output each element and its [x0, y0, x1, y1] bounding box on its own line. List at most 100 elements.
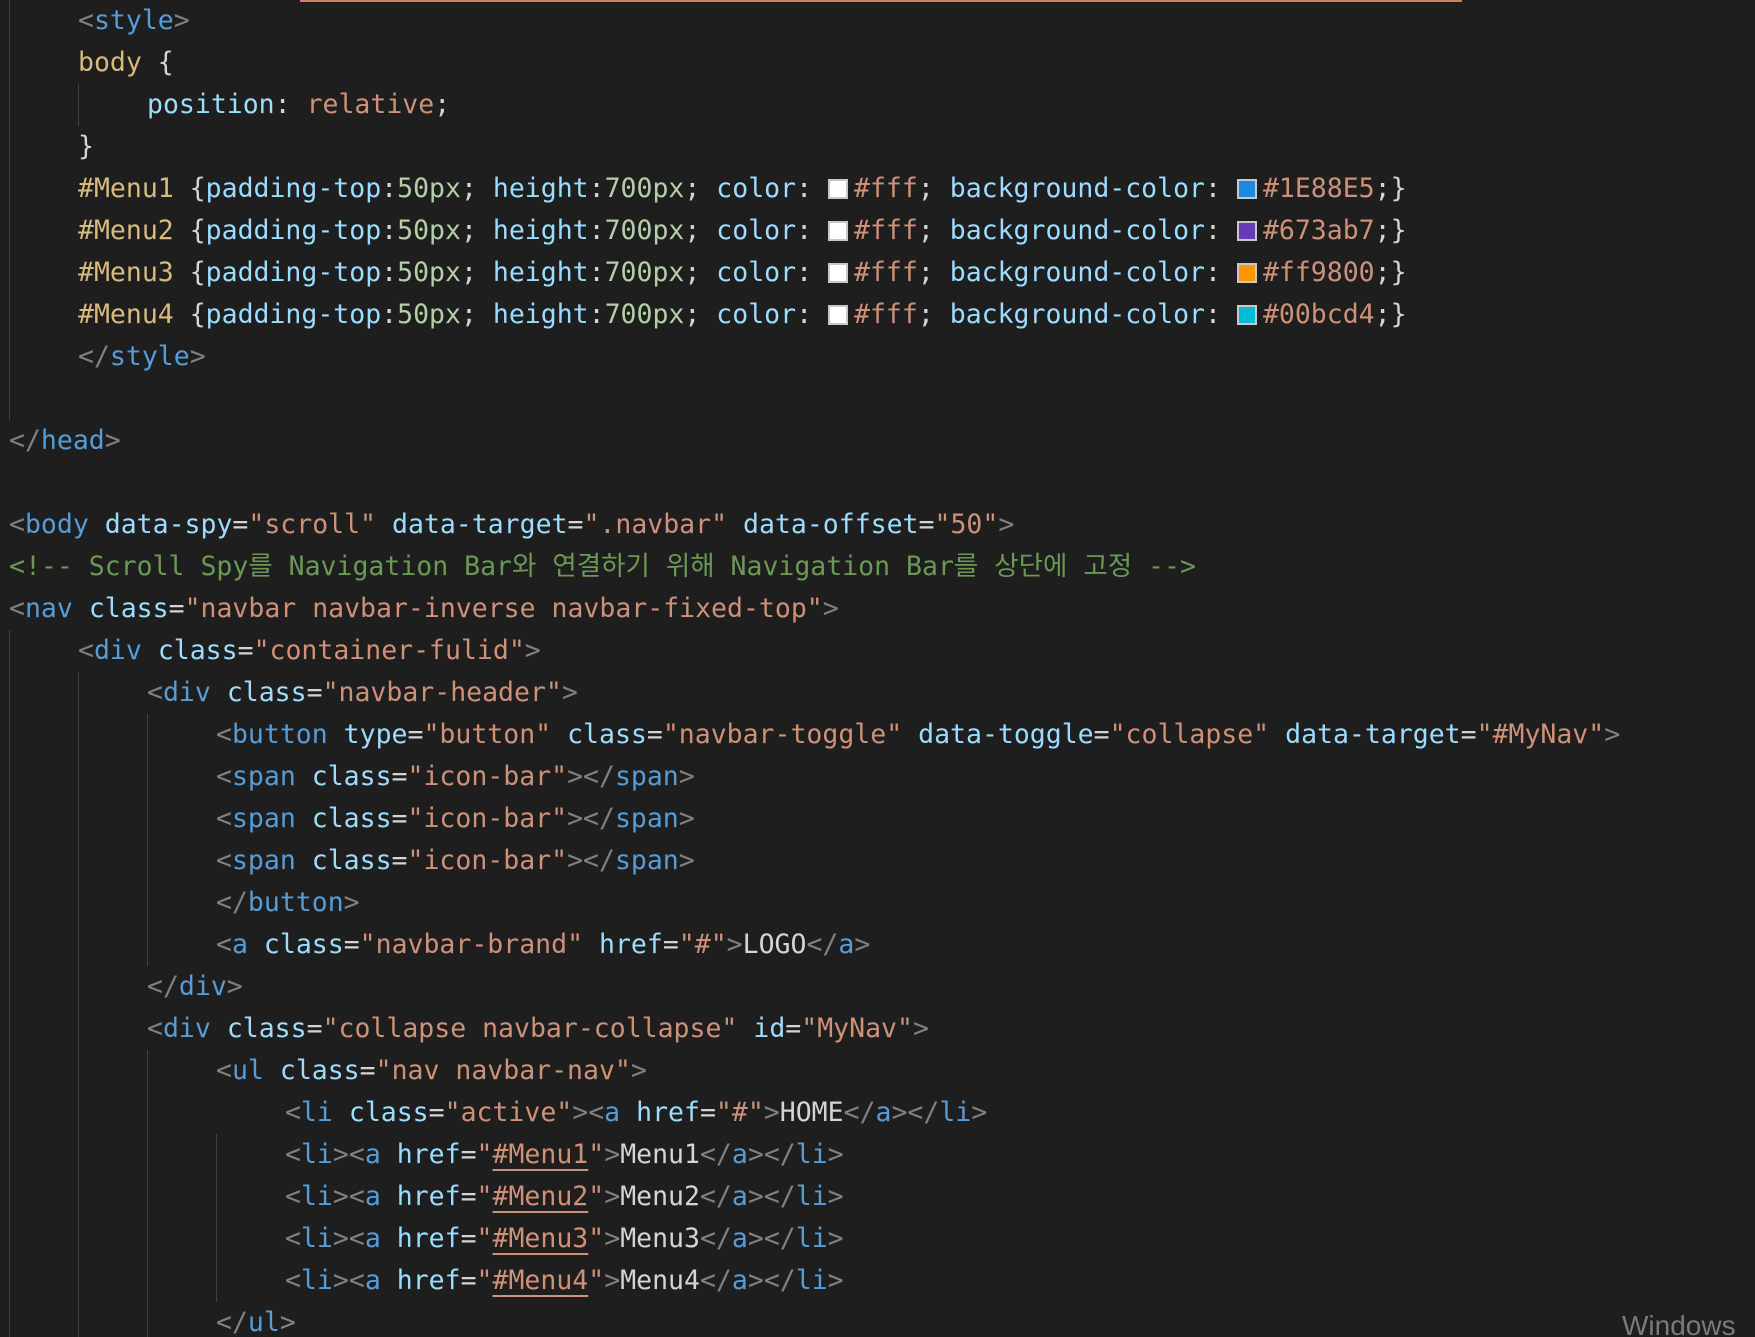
- code-text: =: [699, 1097, 716, 1128]
- code-line[interactable]: #Menu3 {padding-top:50px; height:700px; …: [78, 252, 1407, 294]
- code-line[interactable]: <div class="navbar-header">: [147, 672, 578, 714]
- code-punctuation: >: [343, 887, 360, 918]
- code-text: :: [588, 173, 605, 204]
- code-css-value: #fff: [853, 215, 918, 246]
- code-punctuation: <: [147, 1013, 163, 1044]
- code-string: ": [476, 1181, 493, 1212]
- code-punctuation: </: [78, 341, 110, 372]
- code-line[interactable]: }: [78, 126, 94, 168]
- code-text: ;: [434, 89, 451, 120]
- code-punctuation: >: [971, 1097, 988, 1128]
- code-text: ;: [917, 299, 950, 330]
- code-text: :: [381, 215, 398, 246]
- code-css-id-selector: #Menu4: [78, 299, 174, 330]
- code-line[interactable]: #Menu2 {padding-top:50px; height:700px; …: [78, 210, 1407, 252]
- code-css-property: color: [716, 257, 797, 288]
- code-line[interactable]: position: relative;: [147, 84, 450, 126]
- code-line[interactable]: <button type="button" class="navbar-togg…: [216, 714, 1620, 756]
- code-text-content: LOGO: [742, 929, 807, 960]
- code-tag-name: a: [731, 1265, 748, 1296]
- color-swatch[interactable]: [1236, 305, 1257, 325]
- code-text: ;: [684, 299, 717, 330]
- code-punctuation: ></: [747, 1265, 796, 1296]
- code-css-property: background-color: [949, 257, 1206, 288]
- code-line[interactable]: <span class="icon-bar"></span>: [216, 756, 695, 798]
- color-swatch[interactable]: [1236, 179, 1257, 199]
- code-line[interactable]: <ul class="nav navbar-nav">: [216, 1050, 647, 1092]
- code-editor[interactable]: <style> body {position: relative;} #Menu1 …: [0, 0, 1755, 1337]
- code-text: :: [588, 215, 605, 246]
- code-tag-name: a: [731, 1223, 748, 1254]
- code-punctuation: </: [147, 971, 179, 1002]
- code-punctuation: >: [104, 425, 121, 456]
- code-line[interactable]: <span class="icon-bar"></span>: [216, 840, 695, 882]
- code-punctuation: >: [604, 1223, 621, 1254]
- code-punctuation: <: [147, 677, 163, 708]
- code-line[interactable]: <li><a href="#Menu3">Menu3</a></li>: [285, 1218, 844, 1260]
- code-punctuation: <: [285, 1181, 301, 1212]
- code-line[interactable]: <body data-spy="scroll" data-target=".na…: [9, 504, 1014, 546]
- code-tag-name: div: [93, 635, 142, 666]
- code-line[interactable]: #Menu1 {padding-top:50px; height:700px; …: [78, 168, 1407, 210]
- indent-guide: [147, 1050, 148, 1337]
- code-punctuation: <: [285, 1139, 301, 1170]
- code-punctuation: >: [678, 761, 695, 792]
- code-string: "#MyNav": [1476, 719, 1605, 750]
- code-line[interactable]: </head>: [9, 420, 121, 462]
- code-line[interactable]: <div class="container-fulid">: [78, 630, 541, 672]
- code-string: "active": [444, 1097, 573, 1128]
- code-line[interactable]: <!-- Scroll Spy를 Navigation Bar와 연결하기 위해…: [9, 546, 1196, 588]
- color-swatch[interactable]: [827, 221, 848, 241]
- code-css-value: relative: [306, 89, 435, 120]
- code-punctuation: </: [699, 1139, 732, 1170]
- code-line[interactable]: <li><a href="#Menu4">Menu4</a></li>: [285, 1260, 844, 1302]
- code-line[interactable]: body {: [78, 42, 174, 84]
- code-line[interactable]: <span class="icon-bar"></span>: [216, 798, 695, 840]
- code-attribute-name: class: [567, 719, 647, 750]
- code-text: :: [381, 299, 398, 330]
- code-line[interactable]: <a class="navbar-brand" href="#">LOGO</a…: [216, 924, 870, 966]
- code-line[interactable]: <li><a href="#Menu2">Menu2</a></li>: [285, 1176, 844, 1218]
- code-attribute-name: data-offset: [743, 509, 919, 540]
- code-punctuation: <: [216, 761, 232, 792]
- color-swatch[interactable]: [1236, 221, 1257, 241]
- code-line[interactable]: <div class="collapse navbar-collapse" id…: [147, 1008, 929, 1050]
- code-css-selector: body: [78, 47, 142, 78]
- code-attribute-name: data-target: [391, 509, 568, 540]
- code-link[interactable]: #Menu4: [493, 1265, 589, 1296]
- code-tag-name: li: [939, 1097, 972, 1128]
- code-css-property: color: [716, 299, 797, 330]
- code-string: "#": [715, 1097, 764, 1128]
- code-text: =: [662, 929, 679, 960]
- code-punctuation: ><: [332, 1139, 365, 1170]
- code-line[interactable]: <style>: [78, 0, 190, 42]
- code-line[interactable]: </style>: [78, 336, 206, 378]
- color-swatch[interactable]: [827, 305, 848, 325]
- code-css-value: #00bcd4: [1262, 299, 1375, 330]
- code-tag-name: li: [300, 1223, 333, 1254]
- code-line[interactable]: <li class="active"><a href="#">HOME</a><…: [285, 1092, 987, 1134]
- code-line[interactable]: </button>: [216, 882, 360, 924]
- code-text: :: [796, 299, 828, 330]
- color-swatch[interactable]: [827, 179, 848, 199]
- code-link[interactable]: #Menu3: [493, 1223, 589, 1254]
- color-swatch[interactable]: [1236, 263, 1257, 283]
- code-punctuation: >: [604, 1265, 621, 1296]
- code-text: =: [168, 593, 185, 624]
- code-tag-name: a: [731, 1181, 748, 1212]
- color-swatch[interactable]: [827, 263, 848, 283]
- code-line[interactable]: </div>: [147, 966, 243, 1008]
- code-line[interactable]: <li><a href="#Menu1">Menu1</a></li>: [285, 1134, 844, 1176]
- code-line[interactable]: </ul>: [216, 1302, 296, 1337]
- code-punctuation: </: [806, 929, 839, 960]
- code-line[interactable]: #Menu4 {padding-top:50px; height:700px; …: [78, 294, 1407, 336]
- code-line[interactable]: <nav class="navbar navbar-inverse navbar…: [9, 588, 839, 630]
- code-link[interactable]: #Menu1: [493, 1139, 589, 1170]
- code-link[interactable]: #Menu2: [493, 1181, 589, 1212]
- code-punctuation: </: [699, 1265, 732, 1296]
